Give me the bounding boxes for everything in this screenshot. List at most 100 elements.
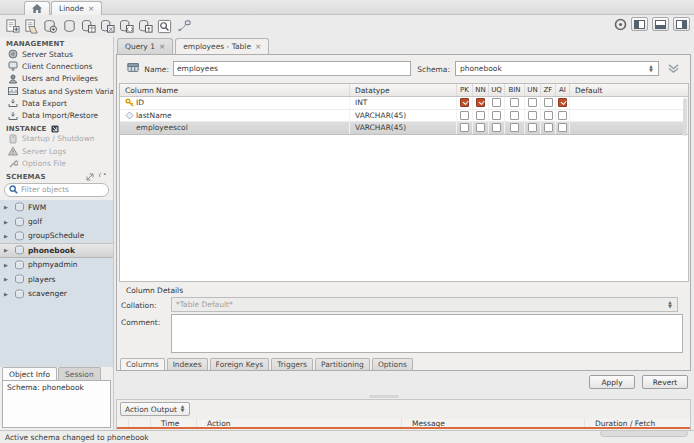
checkbox-bin[interactable] [510,111,519,120]
tab-partitioning[interactable]: Partitioning [315,358,370,370]
apply-button[interactable]: Apply [589,375,635,389]
checkbox-nn[interactable] [476,123,485,132]
schema-item-scavenger[interactable]: ▶scavenger [0,286,113,300]
expand-arrow-icon[interactable]: ▶ [4,291,11,297]
checkbox-bin[interactable] [510,123,519,132]
tab-columns[interactable]: Columns [120,358,165,370]
splitter-grip[interactable] [369,395,399,398]
sidebar-item-startup-shutdown[interactable]: Startup / Shutdown [0,133,113,145]
tab-close-icon[interactable]: × [159,42,165,51]
checkbox-uq[interactable] [492,98,501,107]
tab-session[interactable]: Session [58,367,101,380]
create-schema-button[interactable] [42,18,58,35]
drop-schema-button[interactable] [61,18,77,35]
expand-arrow-icon[interactable]: ▶ [4,262,11,268]
expand-arrow-icon[interactable]: ▶ [4,276,11,282]
column-row-employeescol[interactable]: employeescolVARCHAR(45) [120,122,688,135]
checkbox-un[interactable] [528,98,537,107]
revert-button[interactable]: Revert [642,375,688,389]
checkbox-zf[interactable] [544,123,553,132]
expand-arrow-icon[interactable]: ▶ [4,233,11,239]
expand-arrow-icon[interactable]: ▶ [4,219,11,225]
tab-triggers[interactable]: Triggers [271,358,313,370]
toggle-bottom-panel-button[interactable] [652,17,669,31]
checkbox-uq[interactable] [492,123,501,132]
table-name-input[interactable]: employees [173,61,411,76]
checkbox-nn[interactable] [476,111,485,120]
grid-vertical-scrollbar[interactable] [683,98,687,136]
schemas-expand-icon[interactable] [86,173,94,181]
schema-item-phpmyadmin[interactable]: ▶phpmyadmin [0,258,113,272]
data-export-icon [8,98,18,108]
expand-header-icon[interactable] [667,63,680,74]
sidebar-item-options-file[interactable]: Options File [0,157,113,169]
checkbox-pk[interactable] [460,123,469,132]
schema-filter-input[interactable]: Filter objects [4,183,109,197]
create-table-button[interactable] [80,18,96,35]
sidebar-item-data-export[interactable]: Data Export [0,97,113,109]
checkbox-ai[interactable] [558,98,567,107]
expand-arrow-icon[interactable]: ▶ [4,204,11,210]
checkbox-zf[interactable] [544,98,553,107]
checkbox-un[interactable] [528,111,537,120]
horizontal-scrollbar[interactable] [600,430,688,437]
open-sql-script-button[interactable] [23,18,39,35]
create-procedure-button[interactable] [118,18,134,35]
sidebar-item-server-status[interactable]: Server Status [0,48,113,60]
checkbox-ai[interactable] [558,123,567,132]
sidebar-item-users-privileges[interactable]: Users and Privileges [0,73,113,85]
schema-item-players[interactable]: ▶players [0,272,113,286]
connection-tab[interactable]: Linode × [51,1,102,15]
tab-foreign-keys[interactable]: Foreign Keys [210,358,270,370]
connection-tab-close-icon[interactable]: × [88,4,94,13]
home-tab[interactable] [24,1,50,15]
server-status-icon [8,49,18,59]
schema-icon [14,289,25,299]
spinner-icon[interactable]: ▲▼ [646,63,656,74]
sidebar-item-server-logs[interactable]: Server Logs [0,145,113,157]
tab-object-info[interactable]: Object Info [2,367,57,380]
tab-query-1[interactable]: Query 1× [117,38,173,54]
schema-item-phonebook[interactable]: ▶phonebook [0,243,113,257]
schema-item-FWM[interactable]: ▶FWM [0,200,113,214]
schema-label: Schema: [417,65,450,74]
mysql-workbench-window: Linode × [0,0,694,443]
tab-options[interactable]: Options [372,358,413,370]
checkbox-pk[interactable] [460,98,469,107]
create-function-button[interactable] [137,18,153,35]
reconnect-dbms-button[interactable] [175,18,191,35]
schema-select[interactable]: phonebook ▲▼ [455,61,659,76]
tab-indexes[interactable]: Indexes [167,358,208,370]
create-view-button[interactable] [99,18,115,35]
checkbox-pk[interactable] [460,111,469,120]
action-output-header: Time Action Message Duration / Fetch [117,419,690,429]
toggle-left-panel-button[interactable] [631,17,648,31]
sidebar: MANAGEMENT Server Status Client Connecti… [0,37,114,430]
toggle-right-panel-button[interactable] [673,17,690,31]
tab-close-icon[interactable]: × [255,42,261,51]
sidebar-item-status-system-variables[interactable]: Status and System Variables [0,85,113,97]
collation-select[interactable]: *Table Default* ▲▼ [171,297,678,312]
new-query-tab-button[interactable] [4,18,20,35]
action-output-select[interactable]: Action Output ▲▼ [120,402,190,416]
schemas-refresh-icon[interactable] [99,173,107,181]
tab-employees-table[interactable]: employees - Table× [175,38,269,54]
checkbox-ai[interactable] [558,111,567,120]
schema-item-golf[interactable]: ▶golf [0,214,113,228]
checkbox-bin[interactable] [510,98,519,107]
checkbox-nn[interactable] [476,98,485,107]
schema-list: ▶FWM▶golf▶groupSchedule▶phonebook▶phpmya… [0,200,113,367]
checkbox-uq[interactable] [492,111,501,120]
sidebar-item-data-import[interactable]: Data Import/Restore [0,109,113,121]
search-data-button[interactable] [156,18,172,35]
column-row-ID[interactable]: IDINT [120,97,688,110]
checkbox-un[interactable] [528,123,537,132]
spinner-icon: ▲▼ [665,299,675,310]
server-logs-icon [8,146,18,156]
schema-item-groupSchedule[interactable]: ▶groupSchedule [0,229,113,243]
comment-textarea[interactable] [171,314,683,353]
sidebar-item-client-connections[interactable]: Client Connections [0,60,113,72]
expand-arrow-icon[interactable]: ▶ [4,247,11,253]
column-row-lastName[interactable]: lastNameVARCHAR(45) [120,110,688,123]
checkbox-zf[interactable] [544,111,553,120]
